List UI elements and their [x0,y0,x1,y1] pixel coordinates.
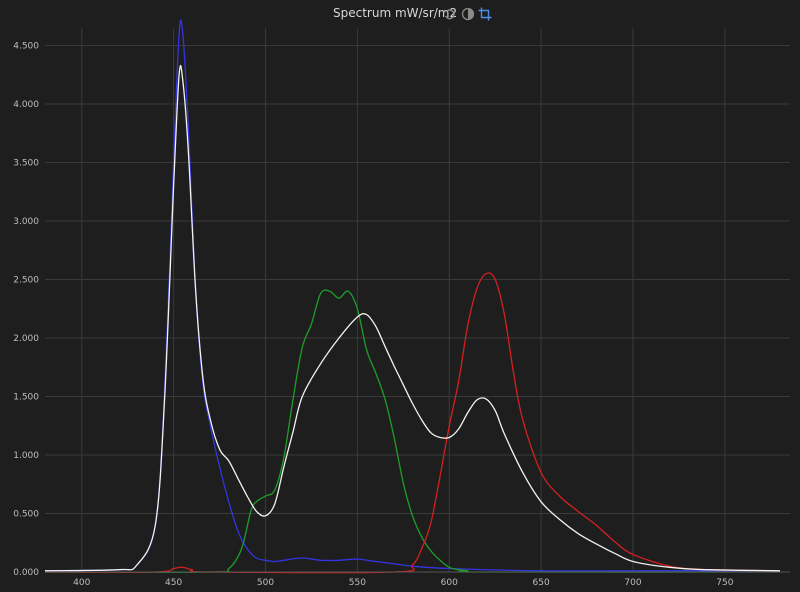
x-tick-label: 600 [441,578,458,588]
spectrum-chart: 400 450 500 550 600 650 700 750 0.000 0.500 1.000 1… [13,19,790,588]
x-tick-label: 750 [716,578,733,588]
y-tick-label: 3.000 [13,217,39,227]
y-tick-label: 0.000 [13,568,39,578]
x-tick-label: 650 [533,578,550,588]
y-tick-label: 2.000 [13,334,39,344]
y-tick-label: 1.000 [13,451,39,461]
x-tick-label: 450 [165,578,182,588]
y-tick-label: 1.500 [13,393,39,403]
x-tick-label: 550 [349,578,366,588]
y-tick-label: 4.500 [13,42,39,52]
y-tick-label: 4.000 [13,100,39,110]
x-tick-label: 500 [257,578,274,588]
y-tick-label: 0.500 [13,510,39,520]
y-tick-label: 2.500 [13,276,39,286]
y-tick-label: 3.500 [13,159,39,169]
x-tick-label: 700 [624,578,641,588]
plot-area [45,28,790,572]
x-tick-label: 400 [73,578,90,588]
